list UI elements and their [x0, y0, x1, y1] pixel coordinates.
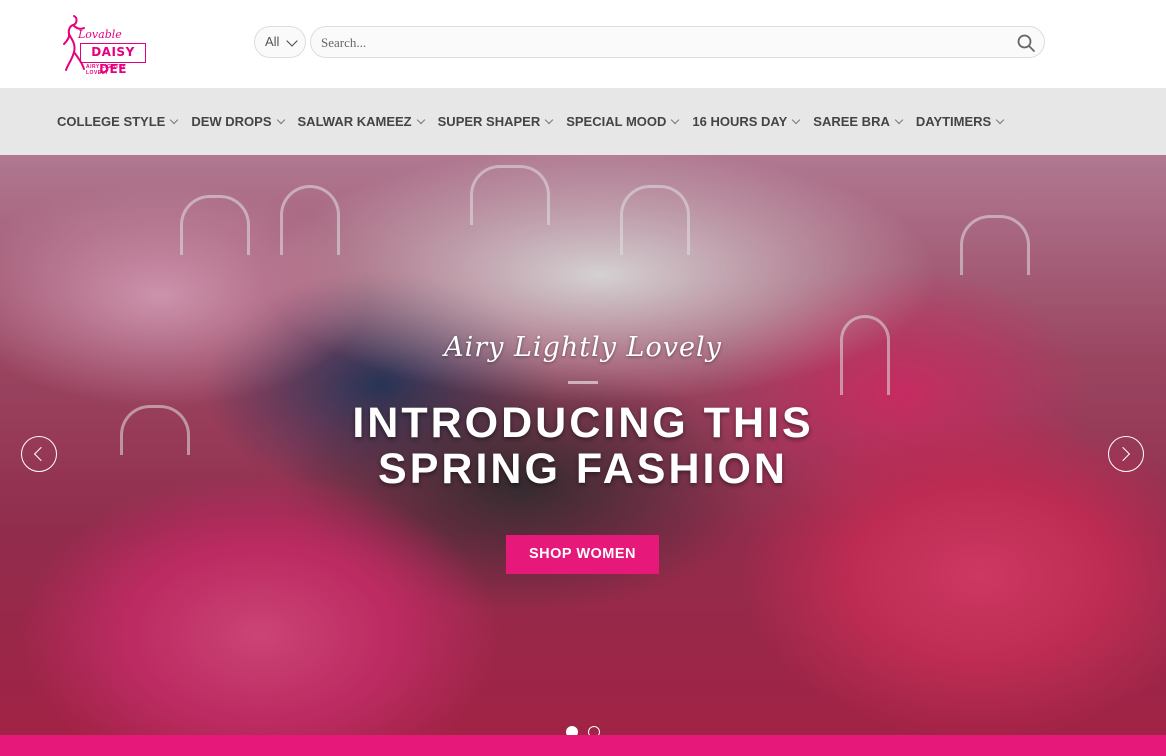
chevron-down-icon — [544, 115, 554, 124]
nav-item-daytimers[interactable]: DAYTIMERS — [915, 114, 1005, 129]
search-form — [310, 26, 1045, 58]
chevron-down-icon — [286, 35, 298, 47]
search-icon[interactable] — [1016, 33, 1036, 53]
nav-item-label: COLLEGE STYLE — [57, 114, 166, 129]
shop-women-button[interactable]: SHOP WOMEN — [506, 535, 659, 574]
nav-item-label: DEW DROPS — [191, 114, 272, 129]
chevron-down-icon — [995, 115, 1005, 124]
hero-title-line-2: SPRING FASHION — [378, 445, 788, 493]
nav-item-label: SALWAR KAMEEZ — [297, 114, 412, 129]
chevron-down-icon — [416, 115, 425, 124]
nav-item-label: SPECIAL MOOD — [566, 114, 667, 129]
nav-item-super-shaper[interactable]: SUPER SHAPER — [437, 114, 554, 129]
hero-divider — [568, 381, 598, 384]
chevron-down-icon — [894, 115, 904, 124]
slider-dot-2[interactable] — [588, 726, 600, 735]
nav-item-salwar-kameez[interactable]: SALWAR KAMEEZ — [297, 114, 425, 129]
main-nav: COLLEGE STYLE DEW DROPS SALWAR KAMEEZ SU… — [0, 88, 1166, 155]
nav-item-dew-drops[interactable]: DEW DROPS — [191, 114, 285, 129]
logo-tagline: AIRY LIGHTLY LOVELY — [86, 64, 126, 76]
category-select[interactable]: All — [254, 26, 306, 58]
slider-dot-1[interactable] — [566, 726, 578, 735]
nav-item-label: SUPER SHAPER — [437, 114, 541, 129]
nav-item-label: SAREE BRA — [813, 114, 890, 129]
chevron-down-icon — [276, 115, 285, 124]
search-input[interactable] — [321, 31, 1001, 55]
slider-next-button[interactable] — [1108, 436, 1144, 472]
arrow-left-icon — [33, 446, 49, 462]
nav-item-saree-bra[interactable]: SAREE BRA — [813, 114, 904, 129]
accent-strip — [0, 735, 1166, 756]
arrow-right-icon — [1115, 446, 1131, 462]
nav-item-label: 16 HOURS DAY — [692, 114, 788, 129]
slider-prev-button[interactable] — [21, 436, 57, 472]
site-logo[interactable]: Lovable DAISY DEE AIRY LIGHTLY LOVELY — [58, 0, 148, 84]
hero-script-text: Airy Lightly Lovely — [444, 332, 722, 363]
nav-item-college-style[interactable]: COLLEGE STYLE — [57, 114, 179, 129]
nav-item-label: DAYTIMERS — [915, 114, 992, 129]
logo-brand-main: DAISY DEE — [80, 43, 146, 76]
hero-title-line-1: INTRODUCING THIS — [352, 399, 814, 447]
slider-dots — [566, 726, 600, 735]
category-select-value: All — [265, 34, 280, 49]
logo-brand-top: Lovable — [78, 28, 122, 41]
site-header: Lovable DAISY DEE AIRY LIGHTLY LOVELY Al… — [0, 0, 1166, 88]
chevron-down-icon — [170, 115, 179, 124]
hero-slider: Airy Lightly Lovely INTRODUCING THIS SPR… — [0, 155, 1166, 735]
hero-title: INTRODUCING THIS SPRING FASHION — [0, 400, 1166, 492]
nav-item-16-hours-day[interactable]: 16 HOURS DAY — [692, 114, 801, 129]
chevron-down-icon — [671, 115, 680, 124]
nav-item-special-mood[interactable]: SPECIAL MOOD — [566, 114, 680, 129]
chevron-down-icon — [792, 115, 801, 124]
